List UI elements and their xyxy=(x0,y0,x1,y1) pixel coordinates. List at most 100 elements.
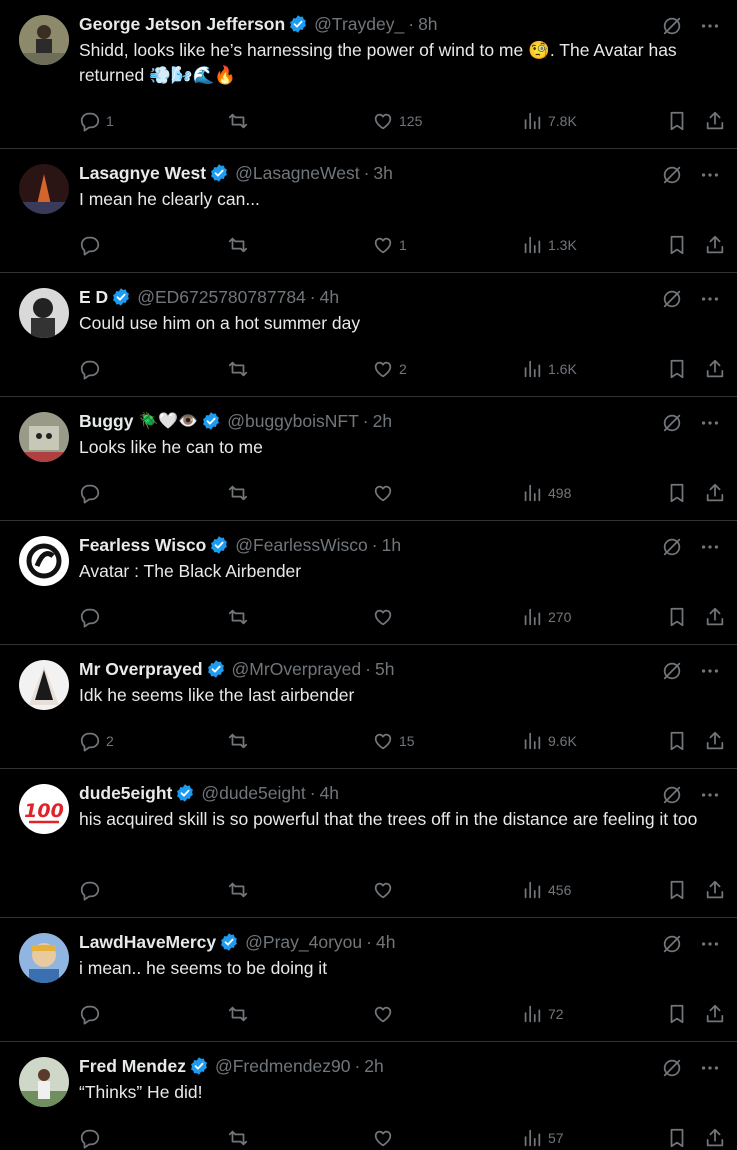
avatar[interactable] xyxy=(19,1057,69,1107)
grok-icon[interactable] xyxy=(661,15,683,37)
reply-tweet[interactable]: E D @ED6725780787784 · 4h Could use him … xyxy=(0,273,737,397)
timestamp[interactable]: 4h xyxy=(320,287,339,308)
display-name[interactable]: Buggy xyxy=(79,411,133,432)
reply-tweet[interactable]: Mr Overprayed @MrOverprayed · 5h Idk he … xyxy=(0,645,737,769)
share-button[interactable] xyxy=(704,730,726,752)
share-button[interactable] xyxy=(704,358,726,380)
handle[interactable]: @dude5eight xyxy=(201,783,305,804)
share-button[interactable] xyxy=(704,1127,726,1149)
more-icon[interactable] xyxy=(699,15,721,37)
reply-button[interactable] xyxy=(79,1003,106,1025)
retweet-button[interactable] xyxy=(227,110,249,132)
like-button[interactable] xyxy=(372,482,399,504)
handle[interactable]: @Fredmendez90 xyxy=(215,1056,350,1077)
grok-icon[interactable] xyxy=(661,660,683,682)
like-button[interactable]: 1 xyxy=(372,234,407,256)
avatar[interactable] xyxy=(19,15,69,65)
grok-icon[interactable] xyxy=(661,536,683,558)
reply-button[interactable] xyxy=(79,482,106,504)
reply-button[interactable] xyxy=(79,234,106,256)
bookmark-button[interactable] xyxy=(666,606,688,628)
views-button[interactable]: 72 xyxy=(521,1003,564,1025)
handle[interactable]: @Traydey_ xyxy=(314,14,404,35)
bookmark-button[interactable] xyxy=(666,234,688,256)
retweet-button[interactable] xyxy=(227,1127,249,1149)
timestamp[interactable]: 3h xyxy=(373,163,392,184)
handle[interactable]: @LasagneWest xyxy=(235,163,359,184)
display-name[interactable]: LawdHaveMercy xyxy=(79,932,216,953)
views-button[interactable]: 9.6K xyxy=(521,730,577,752)
like-button[interactable] xyxy=(372,606,399,628)
like-button[interactable]: 125 xyxy=(372,110,422,132)
handle[interactable]: @buggyboisNFT xyxy=(227,411,359,432)
timestamp[interactable]: 1h xyxy=(382,535,401,556)
views-button[interactable]: 270 xyxy=(521,606,571,628)
retweet-button[interactable] xyxy=(227,482,249,504)
avatar[interactable] xyxy=(19,660,69,710)
bookmark-button[interactable] xyxy=(666,358,688,380)
like-button[interactable] xyxy=(372,1003,399,1025)
more-icon[interactable] xyxy=(699,164,721,186)
reply-tweet[interactable]: Fred Mendez @Fredmendez90 · 2h “Thinks” … xyxy=(0,1042,737,1149)
views-button[interactable]: 456 xyxy=(521,879,571,901)
avatar[interactable] xyxy=(19,412,69,462)
timestamp[interactable]: 2h xyxy=(373,411,392,432)
display-name[interactable]: Lasagnye West xyxy=(79,163,206,184)
share-button[interactable] xyxy=(704,234,726,256)
timestamp[interactable]: 4h xyxy=(376,932,395,953)
handle[interactable]: @ED6725780787784 xyxy=(137,287,306,308)
bookmark-button[interactable] xyxy=(666,110,688,132)
display-name[interactable]: E D xyxy=(79,287,108,308)
like-button[interactable]: 15 xyxy=(372,730,415,752)
avatar[interactable] xyxy=(19,164,69,214)
retweet-button[interactable] xyxy=(227,606,249,628)
reply-button[interactable] xyxy=(79,879,106,901)
timestamp[interactable]: 8h xyxy=(418,14,437,35)
display-name[interactable]: Fearless Wisco xyxy=(79,535,206,556)
retweet-button[interactable] xyxy=(227,730,249,752)
reply-tweet[interactable]: Lasagnye West @LasagneWest · 3h I mean h… xyxy=(0,149,737,273)
reply-button[interactable] xyxy=(79,1127,106,1149)
bookmark-button[interactable] xyxy=(666,879,688,901)
reply-tweet[interactable]: Buggy 🪲🤍👁️ @buggyboisNFT · 2h Looks like… xyxy=(0,397,737,521)
views-button[interactable]: 1.6K xyxy=(521,358,577,380)
grok-icon[interactable] xyxy=(661,784,683,806)
bookmark-button[interactable] xyxy=(666,482,688,504)
more-icon[interactable] xyxy=(699,660,721,682)
like-button[interactable]: 2 xyxy=(372,358,407,380)
more-icon[interactable] xyxy=(699,536,721,558)
display-name[interactable]: George Jetson Jefferson xyxy=(79,14,285,35)
share-button[interactable] xyxy=(704,879,726,901)
reply-tweet[interactable]: George Jetson Jefferson @Traydey_ · 8h S… xyxy=(0,0,737,149)
like-button[interactable] xyxy=(372,1127,399,1149)
bookmark-button[interactable] xyxy=(666,1003,688,1025)
avatar[interactable]: 100 xyxy=(19,784,69,834)
reply-button[interactable] xyxy=(79,606,106,628)
like-button[interactable] xyxy=(372,879,399,901)
retweet-button[interactable] xyxy=(227,879,249,901)
reply-button[interactable]: 1 xyxy=(79,110,114,132)
display-name[interactable]: Fred Mendez xyxy=(79,1056,186,1077)
views-button[interactable]: 7.8K xyxy=(521,110,577,132)
more-icon[interactable] xyxy=(699,1057,721,1079)
timestamp[interactable]: 2h xyxy=(364,1056,383,1077)
grok-icon[interactable] xyxy=(661,1057,683,1079)
grok-icon[interactable] xyxy=(661,933,683,955)
reply-tweet[interactable]: Fearless Wisco @FearlessWisco · 1h Avata… xyxy=(0,521,737,645)
share-button[interactable] xyxy=(704,606,726,628)
grok-icon[interactable] xyxy=(661,164,683,186)
more-icon[interactable] xyxy=(699,933,721,955)
reply-button[interactable] xyxy=(79,358,106,380)
views-button[interactable]: 498 xyxy=(521,482,571,504)
bookmark-button[interactable] xyxy=(666,1127,688,1149)
timestamp[interactable]: 4h xyxy=(320,783,339,804)
retweet-button[interactable] xyxy=(227,358,249,380)
reply-button[interactable]: 2 xyxy=(79,730,114,752)
more-icon[interactable] xyxy=(699,784,721,806)
retweet-button[interactable] xyxy=(227,1003,249,1025)
more-icon[interactable] xyxy=(699,288,721,310)
views-button[interactable]: 57 xyxy=(521,1127,564,1149)
share-button[interactable] xyxy=(704,482,726,504)
share-button[interactable] xyxy=(704,1003,726,1025)
avatar[interactable] xyxy=(19,933,69,983)
